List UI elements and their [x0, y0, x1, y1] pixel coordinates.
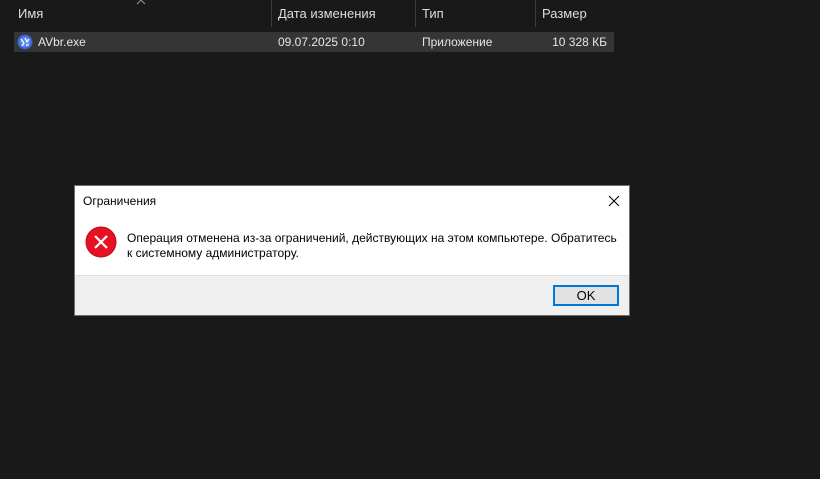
- close-icon: [608, 195, 620, 207]
- file-row[interactable]: AVbr.exe 09.07.2025 0:10 Приложение 10 3…: [14, 32, 614, 52]
- dialog-message: Операция отменена из-за ограничений, дей…: [127, 231, 617, 260]
- column-header-type[interactable]: Тип: [415, 0, 535, 27]
- ok-button[interactable]: OK: [553, 285, 619, 306]
- close-button[interactable]: [599, 186, 629, 216]
- application-icon: [17, 34, 33, 50]
- column-header-size[interactable]: Размер: [535, 0, 616, 27]
- restrictions-dialog: Ограничения Операция отменена из-за огра…: [74, 185, 630, 316]
- column-header-name[interactable]: Имя: [12, 0, 271, 27]
- file-date: 09.07.2025 0:10: [278, 35, 365, 49]
- error-icon: [85, 226, 117, 258]
- column-header-row: Имя Дата изменения Тип Размер: [0, 0, 616, 27]
- file-name: AVbr.exe: [38, 35, 86, 49]
- dialog-body: Операция отменена из-за ограничений, дей…: [75, 216, 629, 275]
- file-type: Приложение: [422, 35, 493, 49]
- file-size: 10 328 КБ: [552, 35, 607, 49]
- dialog-footer: OK: [75, 275, 629, 315]
- dialog-title: Ограничения: [83, 194, 157, 208]
- column-header-date[interactable]: Дата изменения: [271, 0, 415, 27]
